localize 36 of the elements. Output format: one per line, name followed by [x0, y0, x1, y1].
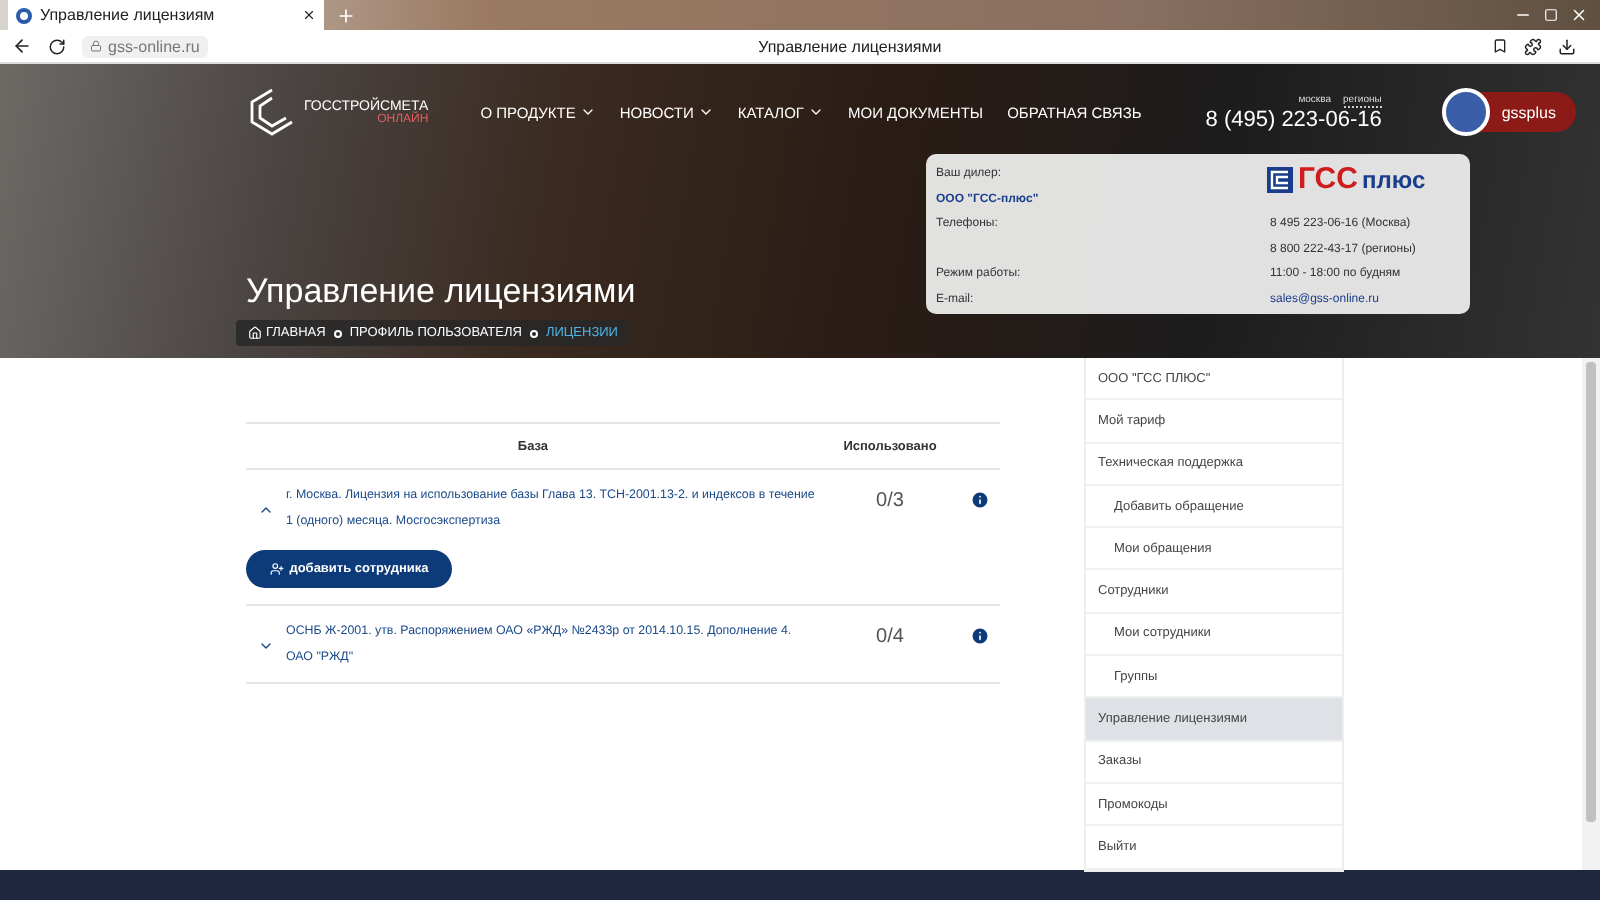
page-title: Управление лицензиями	[758, 37, 942, 55]
chevron-down-icon	[697, 104, 714, 120]
info-icon[interactable]	[970, 490, 990, 510]
tab-title: Управление лицензиям	[40, 6, 215, 24]
maximize-icon[interactable]	[1544, 8, 1558, 22]
separator-icon	[529, 329, 538, 337]
chevron-down-icon	[807, 104, 824, 120]
page-heading: Управление лицензиями	[246, 272, 636, 312]
new-tab-icon[interactable]	[336, 5, 356, 25]
home-icon	[248, 326, 262, 340]
close-icon[interactable]	[302, 8, 316, 22]
add-user-icon	[269, 562, 284, 576]
info-icon[interactable]	[970, 626, 990, 646]
user-button[interactable]: gssplus	[1441, 92, 1576, 132]
site-icon	[16, 7, 32, 23]
avatar	[1441, 88, 1490, 136]
dealer-logo-text: плюс	[1361, 165, 1426, 193]
usage-count: 0/4	[874, 624, 906, 648]
extensions-icon[interactable]	[1524, 37, 1543, 55]
scrollbar[interactable]	[1582, 358, 1600, 870]
chevron-down-icon	[579, 104, 596, 120]
expand-icon[interactable]	[258, 638, 274, 654]
collapse-icon[interactable]	[258, 502, 274, 518]
dealer-logo-icon	[1266, 165, 1294, 193]
phone-number: 8 (495) 223-06-16	[1205, 107, 1382, 131]
bookmark-icon[interactable]	[1492, 38, 1509, 54]
separator-icon	[333, 329, 342, 337]
download-icon[interactable]	[1558, 37, 1577, 55]
usage-count: 0/3	[874, 488, 906, 512]
address-field[interactable]: gss-online.ru	[82, 35, 208, 57]
lock-icon	[90, 40, 102, 52]
dealer-logo-text: ГСС	[1298, 162, 1358, 196]
logo-icon	[246, 86, 298, 138]
back-icon[interactable]	[12, 36, 32, 56]
browser-tab[interactable]: Управление лицензиям	[8, 0, 324, 30]
reload-icon[interactable]	[48, 37, 66, 55]
